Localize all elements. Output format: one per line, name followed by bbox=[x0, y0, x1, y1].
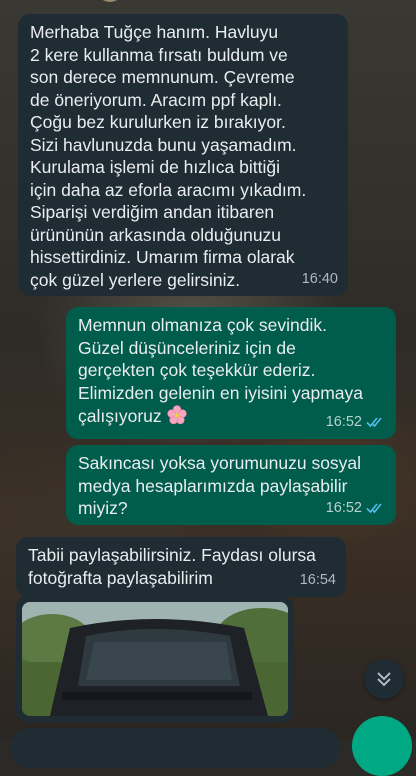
message-input-bar[interactable] bbox=[10, 728, 340, 768]
message-time: 16:52 bbox=[325, 499, 362, 516]
message-time: 16:52 bbox=[325, 413, 362, 430]
mic-button[interactable] bbox=[352, 716, 412, 776]
message-text: Merhaba Tuğçe hanım. Havluyu 2 kere kull… bbox=[30, 22, 307, 290]
message-meta: 16:40 bbox=[302, 268, 338, 291]
cherry-blossom-icon bbox=[166, 405, 187, 425]
scroll-to-bottom-button[interactable] bbox=[364, 659, 404, 699]
message-meta: 16:52 bbox=[326, 411, 386, 434]
photo-car-rear-window[interactable] bbox=[22, 602, 288, 716]
message-meta: 16:52 bbox=[326, 497, 386, 520]
message-bubble-incoming[interactable]: Merhaba Tuğçe hanım. Havluyu 2 kere kull… bbox=[18, 14, 348, 296]
double-chevron-down-icon bbox=[377, 672, 391, 687]
double-check-icon bbox=[366, 503, 382, 513]
message-bubble-incoming[interactable]: Tabii paylaşabilirsiniz. Faydası olursa … bbox=[16, 537, 346, 597]
message-text: Tabii paylaşabilirsiniz. Faydası olursa … bbox=[28, 545, 316, 588]
car-photo-illustration bbox=[22, 602, 288, 716]
photo-message-bubble[interactable] bbox=[16, 596, 294, 722]
message-bubble-outgoing[interactable]: Sakıncası yoksa yorumunuzu sosyal medya … bbox=[66, 445, 396, 525]
message-meta: 16:54 bbox=[300, 569, 336, 592]
message-time: 16:40 bbox=[301, 270, 338, 287]
message-text-content: Memnun olmanıza çok sevindik. Güzel düşü… bbox=[78, 315, 364, 426]
double-check-icon bbox=[366, 417, 382, 427]
message-time: 16:54 bbox=[299, 571, 336, 588]
message-bubble-outgoing[interactable]: Memnun olmanıza çok sevindik. Güzel düşü… bbox=[66, 307, 396, 439]
